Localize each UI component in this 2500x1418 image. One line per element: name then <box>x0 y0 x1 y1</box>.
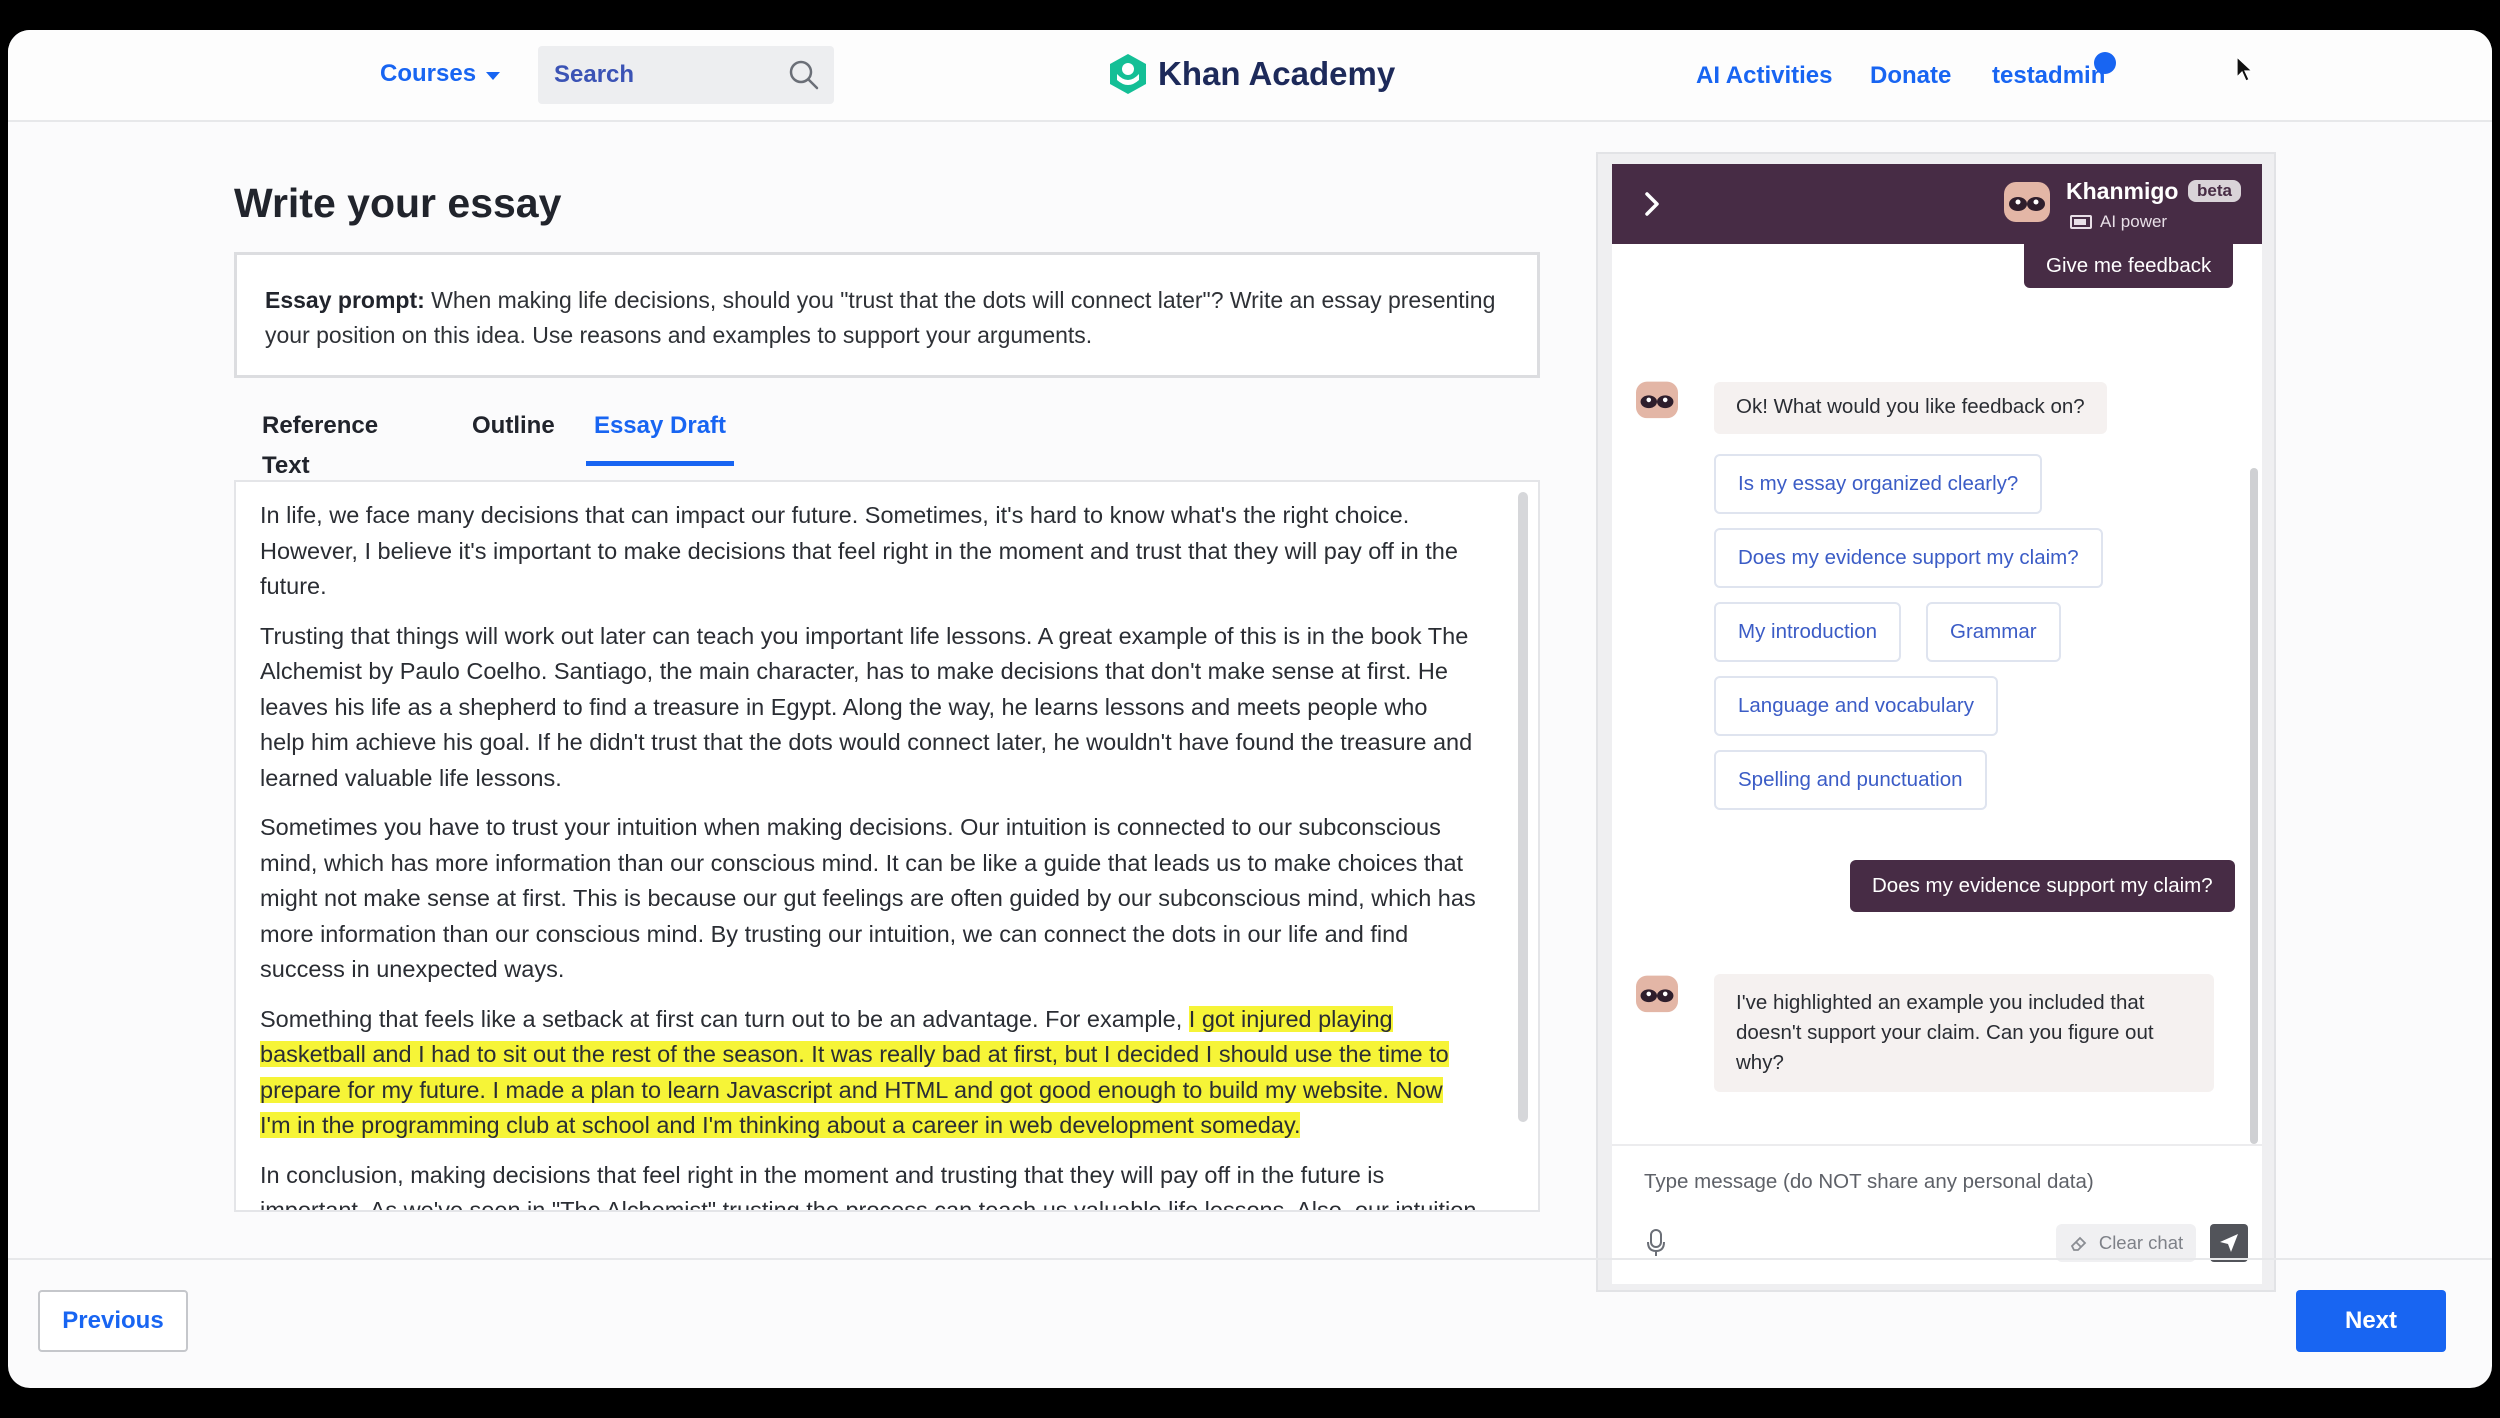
feedback-option-evidence[interactable]: Does my evidence support my claim? <box>1714 528 2103 588</box>
khan-academy-logo-icon <box>1110 54 1146 94</box>
feedback-option-grammar[interactable]: Grammar <box>1926 602 2061 662</box>
beta-badge: beta <box>2188 180 2241 202</box>
khan-academy-logo[interactable]: Khan Academy <box>1108 52 1395 96</box>
app-window: Courses Khan Academy AI Activities Donat… <box>8 30 2492 1388</box>
ai-activities-link[interactable]: AI Activities <box>1696 62 1833 90</box>
prompt-text: When making life decisions, should you "… <box>265 287 1496 348</box>
page-title: Write your essay <box>234 180 562 226</box>
feedback-option-spelling[interactable]: Spelling and punctuation <box>1714 750 1987 810</box>
khanmigo-avatar-icon <box>2004 182 2050 222</box>
essay-paragraph: Something that feels like a setback at f… <box>260 1002 1478 1144</box>
khanmigo-panel: Khanmigo beta AI power Give me feedback … <box>1612 164 2262 1284</box>
essay-text[interactable]: In life, we face many decisions that can… <box>236 482 1538 1212</box>
top-nav: Courses Khan Academy AI Activities Donat… <box>8 30 2492 122</box>
khanmigo-header: Khanmigo beta AI power <box>1612 164 2262 244</box>
next-button[interactable]: Next <box>2296 1290 2446 1352</box>
courses-menu[interactable]: Courses <box>380 60 501 88</box>
notification-dot <box>2094 52 2116 74</box>
khanmigo-name: Khanmigo <box>2066 178 2179 204</box>
khanmigo-message: I've highlighted an example you included… <box>1714 974 2214 1092</box>
send-button[interactable] <box>2210 1224 2248 1262</box>
composer-divider <box>1612 1144 2262 1146</box>
feedback-option-organization[interactable]: Is my essay organized clearly? <box>1714 454 2043 514</box>
user-menu[interactable]: testadmin <box>1992 62 2105 90</box>
essay-paragraph: In life, we face many decisions that can… <box>260 502 1458 599</box>
feedback-option-introduction[interactable]: My introduction <box>1714 602 1902 662</box>
courses-label: Courses <box>380 60 477 87</box>
essay-scrollbar[interactable] <box>1518 492 1528 1122</box>
chat-message-input[interactable] <box>1642 1162 2232 1202</box>
chevron-right-icon[interactable] <box>1642 190 1662 218</box>
battery-icon <box>2070 215 2092 229</box>
mouse-cursor-icon <box>2236 56 2254 82</box>
user-message: Does my evidence support my claim? <box>1850 860 2235 912</box>
essay-paragraph: Sometimes you have to trust your intuiti… <box>260 814 1476 982</box>
previous-button[interactable]: Previous <box>38 1290 188 1352</box>
donate-link[interactable]: Donate <box>1870 62 1951 90</box>
clear-chat-button[interactable]: Clear chat <box>2056 1224 2196 1262</box>
essay-paragraph: In conclusion, making decisions that fee… <box>260 1161 1477 1212</box>
logo-text: Khan Academy <box>1158 55 1396 92</box>
essay-prompt-box: Essay prompt: When making life decisions… <box>234 252 1540 378</box>
chevron-down-icon <box>486 71 501 80</box>
khanmigo-avatar-icon <box>1636 381 1678 419</box>
search-box <box>538 46 834 104</box>
user-message: Give me feedback <box>2024 244 2234 288</box>
khanmigo-avatar-icon <box>1636 975 1678 1013</box>
essay-paragraph: Trusting that things will work out later… <box>260 622 1473 791</box>
chat-scrollbar[interactable] <box>2250 468 2258 1144</box>
microphone-icon[interactable] <box>1646 1228 1666 1258</box>
search-icon[interactable] <box>788 59 820 91</box>
clear-chat-label: Clear chat <box>2098 1232 2184 1253</box>
ai-power-label: AI power <box>2100 212 2168 231</box>
tab-reference-text[interactable]: Reference Text <box>262 406 378 479</box>
search-input[interactable] <box>552 60 772 90</box>
footer-divider <box>8 1258 2492 1260</box>
khanmigo-message: Ok! What would you like feedback on? <box>1714 382 2107 434</box>
send-icon <box>2220 1234 2238 1252</box>
prompt-label: Essay prompt: <box>265 287 425 313</box>
ai-power-indicator: AI power <box>2070 212 2167 232</box>
feedback-option-language[interactable]: Language and vocabulary <box>1714 676 1998 736</box>
essay-text-plain: Something that feels like a setback at f… <box>260 1005 1189 1032</box>
essay-editor[interactable]: In life, we face many decisions that can… <box>234 480 1540 1212</box>
tab-outline[interactable]: Outline <box>472 406 555 466</box>
tab-essay-draft[interactable]: Essay Draft <box>586 406 734 466</box>
eraser-icon <box>2070 1236 2087 1251</box>
